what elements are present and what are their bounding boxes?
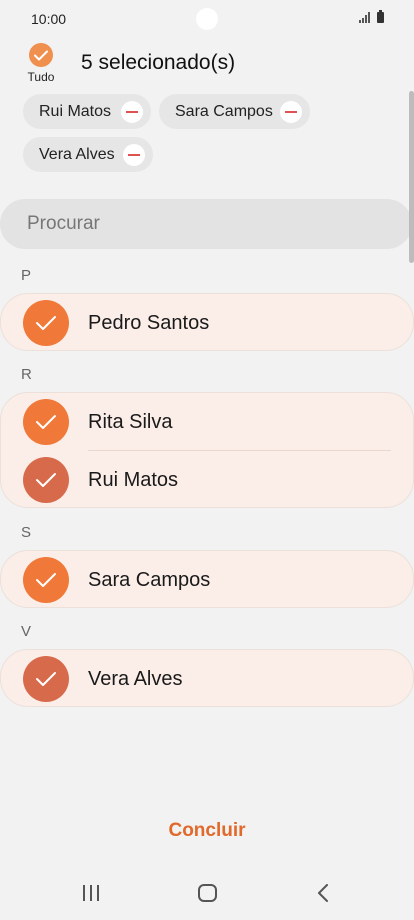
check-icon [23, 457, 69, 503]
contact-name: Rita Silva [88, 411, 173, 433]
chip-label: Rui Matos [39, 102, 112, 120]
search-placeholder: Procurar [27, 213, 100, 234]
signal-icon [359, 12, 370, 23]
contact-group-s: Sara Campos [0, 550, 414, 608]
selected-count: 5 selecionado(s) [81, 51, 236, 74]
selection-header: Tudo 5 selecionado(s) [0, 40, 414, 88]
section-header-s: S [21, 524, 32, 541]
remove-icon[interactable] [123, 144, 145, 166]
contact-row[interactable]: Rui Matos [1, 451, 414, 509]
recents-icon[interactable] [83, 885, 99, 901]
status-bar: 10:00 [0, 0, 414, 38]
section-header-p: P [21, 267, 32, 284]
check-icon [23, 300, 69, 346]
contact-row[interactable]: Vera Alves [1, 650, 414, 708]
contact-row[interactable]: Pedro Santos [1, 294, 414, 352]
contact-row[interactable]: Rita Silva [1, 393, 414, 451]
select-all-label: Tudo [27, 70, 55, 84]
contact-group-r: Rita Silva Rui Matos [0, 392, 414, 508]
contact-name: Sara Campos [88, 569, 211, 591]
contact-group-p: Pedro Santos [0, 293, 414, 351]
scrollbar[interactable] [409, 91, 414, 263]
contact-row[interactable]: Sara Campos [1, 551, 414, 609]
remove-icon[interactable] [280, 101, 302, 123]
contact-group-v: Vera Alves [0, 649, 414, 707]
contact-name: Vera Alves [88, 668, 183, 690]
section-header-v: V [21, 623, 32, 640]
chip-vera-alves: Vera Alves [23, 137, 153, 172]
check-icon [23, 656, 69, 702]
home-icon[interactable] [198, 884, 217, 902]
remove-icon[interactable] [121, 101, 143, 123]
chip-label: Sara Campos [175, 102, 273, 120]
chip-sara-campos: Sara Campos [159, 94, 310, 129]
select-all-toggle[interactable]: Tudo [24, 43, 58, 84]
navigation-bar [0, 868, 414, 918]
status-time: 10:00 [31, 11, 67, 27]
check-icon [23, 399, 69, 445]
done-button[interactable]: Concluir [0, 820, 414, 842]
section-header-r: R [21, 366, 32, 383]
contact-name: Rui Matos [88, 469, 179, 491]
contact-name: Pedro Santos [88, 312, 210, 334]
check-icon [23, 557, 69, 603]
front-camera [196, 8, 218, 30]
chip-label: Vera Alves [39, 145, 115, 163]
back-icon[interactable] [316, 884, 330, 907]
battery-icon [377, 10, 384, 23]
chip-rui-matos: Rui Matos [23, 94, 151, 129]
status-icons [359, 10, 384, 23]
select-all-check-icon [29, 43, 53, 67]
search-input[interactable]: Procurar [0, 199, 412, 249]
